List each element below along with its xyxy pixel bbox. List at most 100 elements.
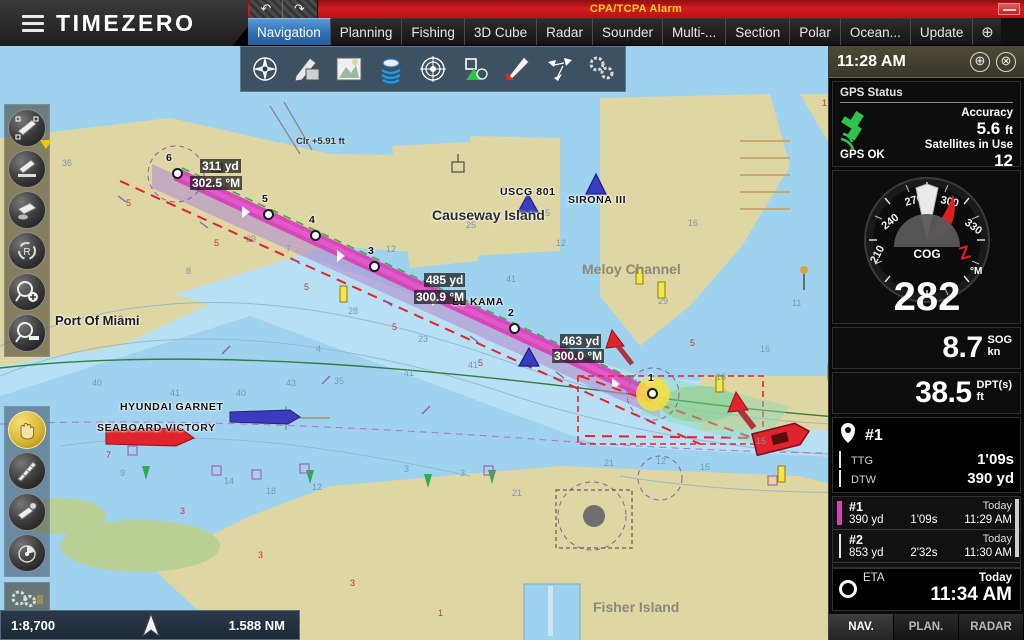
tab-radar[interactable]: Radar bbox=[537, 18, 593, 45]
waypoint-number-5: 5 bbox=[262, 193, 268, 205]
sounder-icon[interactable] bbox=[371, 49, 411, 89]
top-bar: TIMEZERO CPA/TCPA Alarm ↶ ↷ Navigation P… bbox=[0, 0, 1024, 46]
tab-sounder[interactable]: Sounder bbox=[592, 18, 663, 45]
tab-fishing[interactable]: Fishing bbox=[402, 18, 465, 45]
finish-circle-icon bbox=[839, 580, 857, 598]
tab-update[interactable]: Update bbox=[910, 18, 974, 45]
map-tools-primary[interactable]: R bbox=[4, 104, 52, 357]
compass-rose-icon[interactable] bbox=[245, 49, 285, 89]
hamburger-icon[interactable] bbox=[22, 14, 44, 32]
tool-selected-marker bbox=[40, 140, 52, 149]
zoom-out-icon[interactable] bbox=[8, 314, 46, 352]
minimize-button[interactable] bbox=[998, 3, 1020, 15]
svg-text:36: 36 bbox=[62, 158, 72, 168]
waypoint-id: #1 bbox=[849, 500, 863, 514]
rotate-chart-icon[interactable]: R bbox=[8, 232, 46, 270]
route-pen-icon[interactable] bbox=[497, 49, 537, 89]
tab-polar[interactable]: Polar bbox=[790, 18, 841, 45]
ais-targets-icon[interactable] bbox=[539, 49, 579, 89]
svg-text:7: 7 bbox=[632, 378, 637, 388]
target-boat-icon[interactable] bbox=[8, 493, 46, 531]
list-item[interactable]: #2 Today 853 yd 2'32s 11:30 AM bbox=[833, 530, 1020, 563]
panel-add-button[interactable]: ⊕ bbox=[970, 51, 990, 72]
svg-text:23: 23 bbox=[418, 334, 428, 344]
list-scrollbar[interactable] bbox=[1015, 499, 1019, 557]
waypoint-number-3: 3 bbox=[368, 245, 374, 257]
waypoint-marker-2[interactable] bbox=[509, 323, 520, 334]
boat-3d-view-icon[interactable] bbox=[8, 191, 46, 229]
svg-text:41: 41 bbox=[404, 368, 414, 378]
arpa-target-icon[interactable] bbox=[455, 49, 495, 89]
svg-text:8: 8 bbox=[186, 266, 191, 276]
waypoint-number-4: 4 bbox=[309, 214, 315, 226]
satellite-photo-icon[interactable] bbox=[329, 49, 369, 89]
list-item[interactable]: #1 Today 390 yd 1'09s 11:29 AM bbox=[833, 497, 1020, 530]
svg-text:28: 28 bbox=[348, 306, 358, 316]
panel-close-button[interactable]: ⊗ bbox=[996, 51, 1016, 72]
map-tools-secondary[interactable] bbox=[4, 406, 50, 577]
waypoint-marker-5[interactable] bbox=[263, 209, 274, 220]
gps-status-text: GPS OK bbox=[840, 149, 885, 161]
radar-overlay-icon[interactable] bbox=[8, 534, 46, 572]
waypoint-pin-icon bbox=[839, 422, 857, 449]
tab-3d-cube[interactable]: 3D Cube bbox=[464, 18, 538, 45]
svg-text:41: 41 bbox=[170, 388, 180, 398]
north-arrow-icon[interactable] bbox=[121, 613, 181, 637]
list-item[interactable]: #3 Today bbox=[833, 563, 1020, 568]
add-tab-button[interactable]: ⊕ bbox=[973, 18, 1002, 45]
svg-text:12: 12 bbox=[556, 238, 566, 248]
panel-bottom-tabs[interactable]: NAV. PLAN. RADAR bbox=[829, 614, 1024, 640]
instrument-panel: 11:28 AM ⊕ ⊗ GPS Status Accuracy 5.6 ft … bbox=[828, 46, 1024, 640]
svg-text:COG: COG bbox=[913, 247, 940, 261]
waypoint-marker-4[interactable] bbox=[310, 230, 321, 241]
undo-button[interactable]: ↶ bbox=[250, 0, 283, 18]
tab-navigation[interactable]: Navigation bbox=[248, 18, 331, 45]
waypoint-marker-6[interactable] bbox=[172, 168, 183, 179]
panel-tab-radar[interactable]: RADAR bbox=[959, 614, 1024, 640]
panel-tab-nav[interactable]: NAV. bbox=[829, 614, 894, 640]
center-on-boat-icon[interactable] bbox=[8, 109, 52, 149]
waypoint-list[interactable]: #1 Today 390 yd 1'09s 11:29 AM #2 Today … bbox=[832, 496, 1021, 568]
dtw-label: DTW bbox=[851, 474, 877, 486]
waypoint-eta: 11:30 AM bbox=[964, 547, 1012, 559]
sog-unit: kn bbox=[987, 346, 1001, 358]
undo-redo-group[interactable]: ↶ ↷ bbox=[250, 0, 318, 18]
radar-icon[interactable] bbox=[413, 49, 453, 89]
svg-text:°M: °M bbox=[970, 266, 982, 277]
boat-offset-icon[interactable] bbox=[8, 150, 46, 188]
pan-hand-icon[interactable] bbox=[8, 411, 46, 449]
svg-text:18: 18 bbox=[266, 486, 276, 496]
scale-distance: 1.588 NM bbox=[228, 617, 285, 633]
svg-text:R: R bbox=[23, 247, 30, 258]
tab-ocean[interactable]: Ocean... bbox=[840, 18, 911, 45]
chart-edit-icon[interactable] bbox=[287, 49, 327, 89]
svg-text:12: 12 bbox=[386, 244, 396, 254]
settings-gears-icon[interactable] bbox=[581, 49, 621, 89]
app-logo-panel: TIMEZERO bbox=[0, 0, 270, 46]
panel-header: 11:28 AM ⊕ ⊗ bbox=[829, 46, 1024, 78]
svg-text:1: 1 bbox=[822, 98, 827, 108]
svg-text:7: 7 bbox=[286, 244, 291, 254]
panel-tab-plan[interactable]: PLAN. bbox=[894, 614, 959, 640]
redo-button[interactable]: ↷ bbox=[283, 0, 316, 18]
cog-gauge-card: 210 240 270 300 330 COG Z °M 282 COG 282 bbox=[832, 170, 1021, 324]
route-bar bbox=[839, 567, 841, 568]
zoom-in-icon[interactable] bbox=[8, 273, 46, 311]
alarm-text: CPA/TCPA Alarm bbox=[589, 3, 683, 15]
eta-card: ETA Today 11:34 AM bbox=[832, 568, 1021, 611]
workspace-tabs[interactable]: Navigation Planning Fishing 3D Cube Rada… bbox=[248, 18, 1024, 45]
waypoint-marker-1[interactable] bbox=[647, 388, 658, 399]
waypoint-marker-3[interactable] bbox=[369, 261, 380, 272]
svg-text:3: 3 bbox=[460, 468, 465, 478]
svg-text:2: 2 bbox=[118, 314, 123, 324]
tab-planning[interactable]: Planning bbox=[330, 18, 403, 45]
ruler-icon[interactable] bbox=[8, 452, 46, 490]
waypoint-ttg: 1'09s bbox=[910, 514, 938, 526]
tab-multi[interactable]: Multi-... bbox=[663, 18, 727, 45]
divider bbox=[840, 102, 1013, 103]
svg-text:5: 5 bbox=[690, 338, 695, 348]
tab-section[interactable]: Section bbox=[726, 18, 791, 45]
svg-text:25: 25 bbox=[466, 220, 476, 230]
gps-accuracy-value: 5.6 bbox=[976, 119, 1001, 138]
chart-toolbar[interactable] bbox=[240, 46, 626, 92]
